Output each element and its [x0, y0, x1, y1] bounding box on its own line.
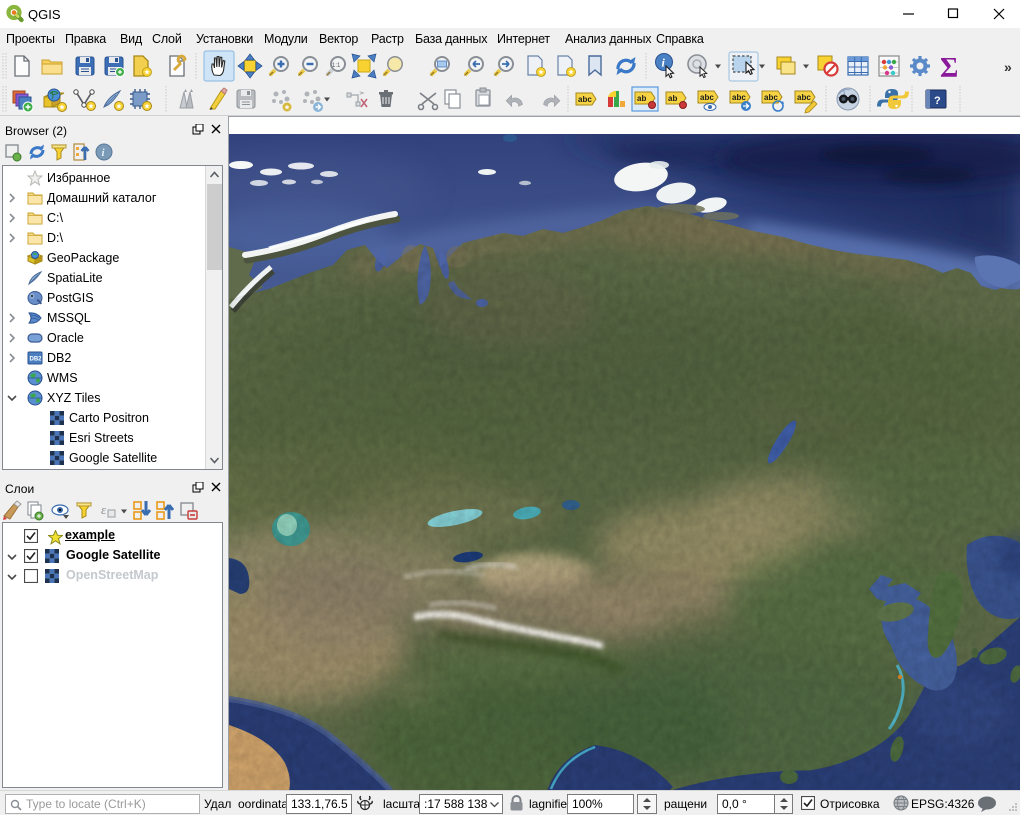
svg-text:abc: abc: [732, 93, 746, 102]
svg-text:ab: ab: [668, 94, 677, 103]
svg-text:»: »: [1004, 59, 1012, 75]
svg-text:?: ?: [934, 95, 941, 107]
svg-text:abc: abc: [578, 95, 592, 104]
svg-text:abc: abc: [700, 93, 714, 102]
svg-text:abc: abc: [797, 93, 811, 102]
svg-text:1:1: 1:1: [332, 63, 341, 69]
svg-text:DB2: DB2: [30, 357, 43, 363]
svg-text:Σ: Σ: [940, 53, 958, 83]
svg-text:ab: ab: [637, 94, 646, 103]
svg-text:ε: ε: [101, 502, 107, 517]
